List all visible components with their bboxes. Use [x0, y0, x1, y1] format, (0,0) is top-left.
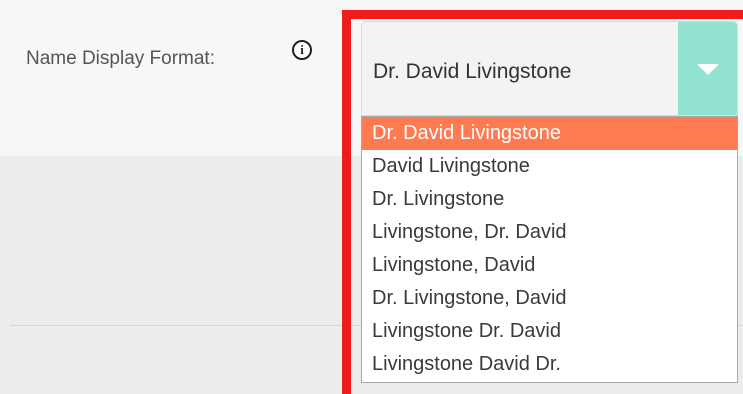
dropdown-option[interactable]: Dr. Livingstone — [362, 183, 737, 216]
settings-page: Name Display Format: i Dr. David Livings… — [0, 0, 743, 394]
info-icon[interactable]: i — [292, 40, 312, 60]
name-display-format-select[interactable]: Dr. David Livingstone — [361, 21, 738, 116]
chevron-down-icon — [697, 64, 719, 75]
dropdown-option[interactable]: David Livingstone — [362, 150, 737, 183]
dropdown-toggle-button[interactable] — [678, 22, 737, 115]
name-display-format-label: Name Display Format: — [26, 48, 215, 69]
select-current-value: Dr. David Livingstone — [373, 60, 572, 83]
dropdown-option[interactable]: Livingstone, David — [362, 249, 737, 282]
dropdown-option[interactable]: Livingstone David Dr. — [362, 348, 737, 381]
dropdown-option[interactable]: Livingstone, Dr. David — [362, 216, 737, 249]
dropdown-option[interactable]: Dr. David Livingstone — [362, 117, 737, 150]
dropdown-list: Dr. David Livingstone David Livingstone … — [361, 116, 738, 383]
dropdown-option[interactable]: Dr. Livingstone, David — [362, 282, 737, 315]
dropdown-option[interactable]: Livingstone Dr. David — [362, 315, 737, 348]
